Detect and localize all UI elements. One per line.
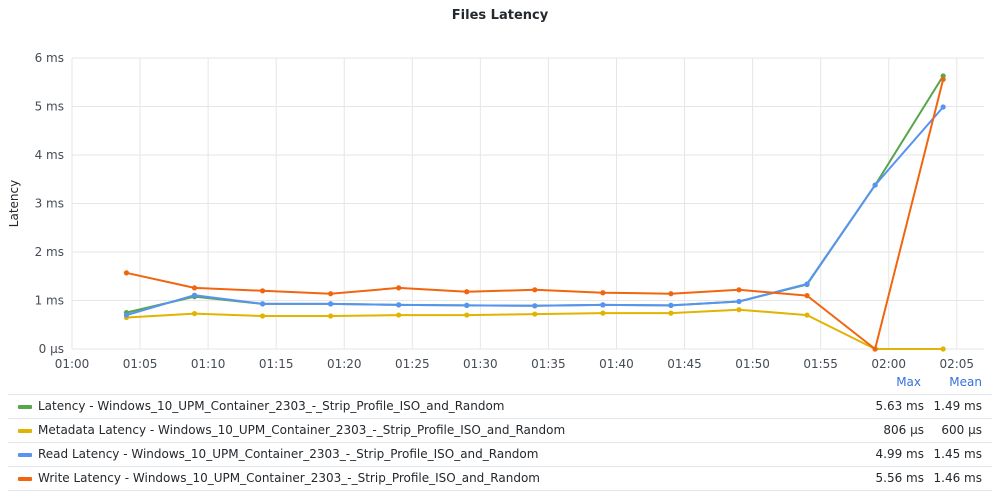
x-tick-label: 02:00 — [871, 357, 906, 371]
series-point-2 — [396, 302, 402, 308]
x-tick-label: 01:35 — [531, 357, 566, 371]
series-point-2 — [804, 281, 810, 287]
y-tick-label: 2 ms — [35, 245, 64, 259]
series-point-3 — [736, 287, 742, 293]
series-point-3 — [668, 291, 674, 297]
x-axis: 01:00 01:05 01:10 01:15 01:20 01:25 01:30 01:35… — [55, 357, 974, 371]
y-tick-label: 6 ms — [35, 51, 64, 65]
series-point-2 — [600, 302, 606, 308]
series-point-2 — [736, 298, 742, 305]
series-point-1 — [736, 307, 742, 313]
legend-row-write-latency[interactable]: Write Latency - Windows_10_UPM_Container… — [8, 466, 992, 491]
series-point-3 — [804, 293, 810, 299]
legend-row-read-latency[interactable]: Read Latency - Windows_10_UPM_Container_… — [8, 442, 992, 466]
legend-series-name: Write Latency - Windows_10_UPM_Container… — [38, 471, 540, 485]
series-point-1 — [328, 313, 334, 319]
legend-row-metadata-latency[interactable]: Metadata Latency - Windows_10_UPM_Contai… — [8, 418, 992, 442]
legend-mean-value: 1.49 ms — [933, 399, 982, 413]
legend-swatch — [18, 477, 32, 481]
legend-series-name: Metadata Latency - Windows_10_UPM_Contai… — [38, 423, 566, 437]
legend-table: Latency - Windows_10_UPM_Container_2303_… — [8, 394, 992, 491]
legend-series-name: Read Latency - Windows_10_UPM_Container_… — [38, 447, 539, 461]
series-point-2 — [668, 302, 674, 308]
x-tick-label: 01:25 — [395, 357, 430, 371]
chart-plot-area: 0 µs1 ms2 ms3 ms4 ms5 ms6 ms 01:00 01:05 0… — [7, 51, 984, 371]
legend-max-value: 4.99 ms — [875, 447, 924, 461]
x-tick-label: 01:45 — [667, 357, 702, 371]
series-point-1 — [191, 310, 198, 317]
y-tick-label: 1 ms — [35, 294, 64, 308]
y-tick-label: 3 ms — [35, 197, 64, 211]
legend-swatch — [18, 429, 32, 433]
y-axis: 0 µs 1 ms 2 ms 3 ms 4 ms 5 ms 6 ms — [35, 51, 64, 356]
x-tick-label: 01:10 — [191, 357, 226, 371]
legend-mean-value: 1.45 ms — [933, 447, 982, 461]
x-tick-label: 01:05 — [123, 357, 158, 371]
series-point-1 — [804, 312, 810, 318]
legend-mean-value: 600 µs — [941, 423, 982, 437]
series-point-3 — [396, 285, 402, 291]
series-point-1 — [532, 311, 538, 317]
series-point-2 — [328, 301, 334, 307]
series-point-3 — [600, 290, 606, 296]
legend-row-latency[interactable]: Latency - Windows_10_UPM_Container_2303_… — [8, 394, 992, 418]
series-point-1 — [259, 313, 266, 319]
x-tick-label: 01:20 — [327, 357, 362, 371]
series-point-1 — [464, 312, 470, 318]
series-point-2 — [940, 104, 946, 110]
series-point-1 — [600, 310, 606, 316]
series-point-3 — [532, 287, 538, 293]
series-point-3 — [191, 285, 198, 291]
series-point-3 — [123, 270, 130, 276]
legend-max-value: 806 µs — [883, 423, 924, 437]
series-point-3 — [872, 346, 878, 352]
series-point-3 — [940, 76, 946, 82]
legend-max-value: 5.63 ms — [875, 399, 924, 413]
series-point-2 — [191, 292, 198, 298]
x-tick-label: 01:15 — [259, 357, 294, 371]
y-axis-label: Latency — [7, 180, 21, 227]
legend-swatch — [18, 453, 32, 457]
series-point-3 — [328, 291, 334, 297]
x-tick-label: 01:50 — [735, 357, 770, 371]
x-tick-label: 02:05 — [939, 357, 974, 371]
series-point-2 — [464, 302, 470, 308]
x-tick-label: 01:55 — [803, 357, 838, 371]
series-point-2 — [259, 301, 266, 307]
x-tick-label: 01:00 — [55, 357, 90, 371]
x-tick-label: 01:40 — [599, 357, 634, 371]
series-point-3 — [464, 289, 470, 295]
y-tick-label: 4 ms — [35, 148, 64, 162]
series-point-3 — [259, 288, 266, 294]
legend-max-value: 5.56 ms — [875, 471, 924, 485]
legend-mean-value: 1.46 ms — [933, 471, 982, 485]
series-point-1 — [668, 310, 674, 316]
legend-swatch — [18, 405, 32, 409]
y-tick-label: 5 ms — [35, 100, 64, 114]
series-point-2 — [872, 182, 878, 188]
series-lines — [123, 73, 946, 352]
legend-header-max[interactable]: Max — [896, 375, 921, 389]
series-point-2 — [123, 312, 130, 318]
series-point-1 — [396, 312, 402, 318]
y-tick-label: 0 µs — [39, 342, 64, 356]
series-point-2 — [532, 303, 538, 309]
series-point-1 — [940, 346, 946, 352]
legend-series-name: Latency - Windows_10_UPM_Container_2303_… — [38, 399, 505, 413]
legend-header-mean[interactable]: Mean — [949, 375, 982, 389]
x-tick-label: 01:30 — [463, 357, 498, 371]
